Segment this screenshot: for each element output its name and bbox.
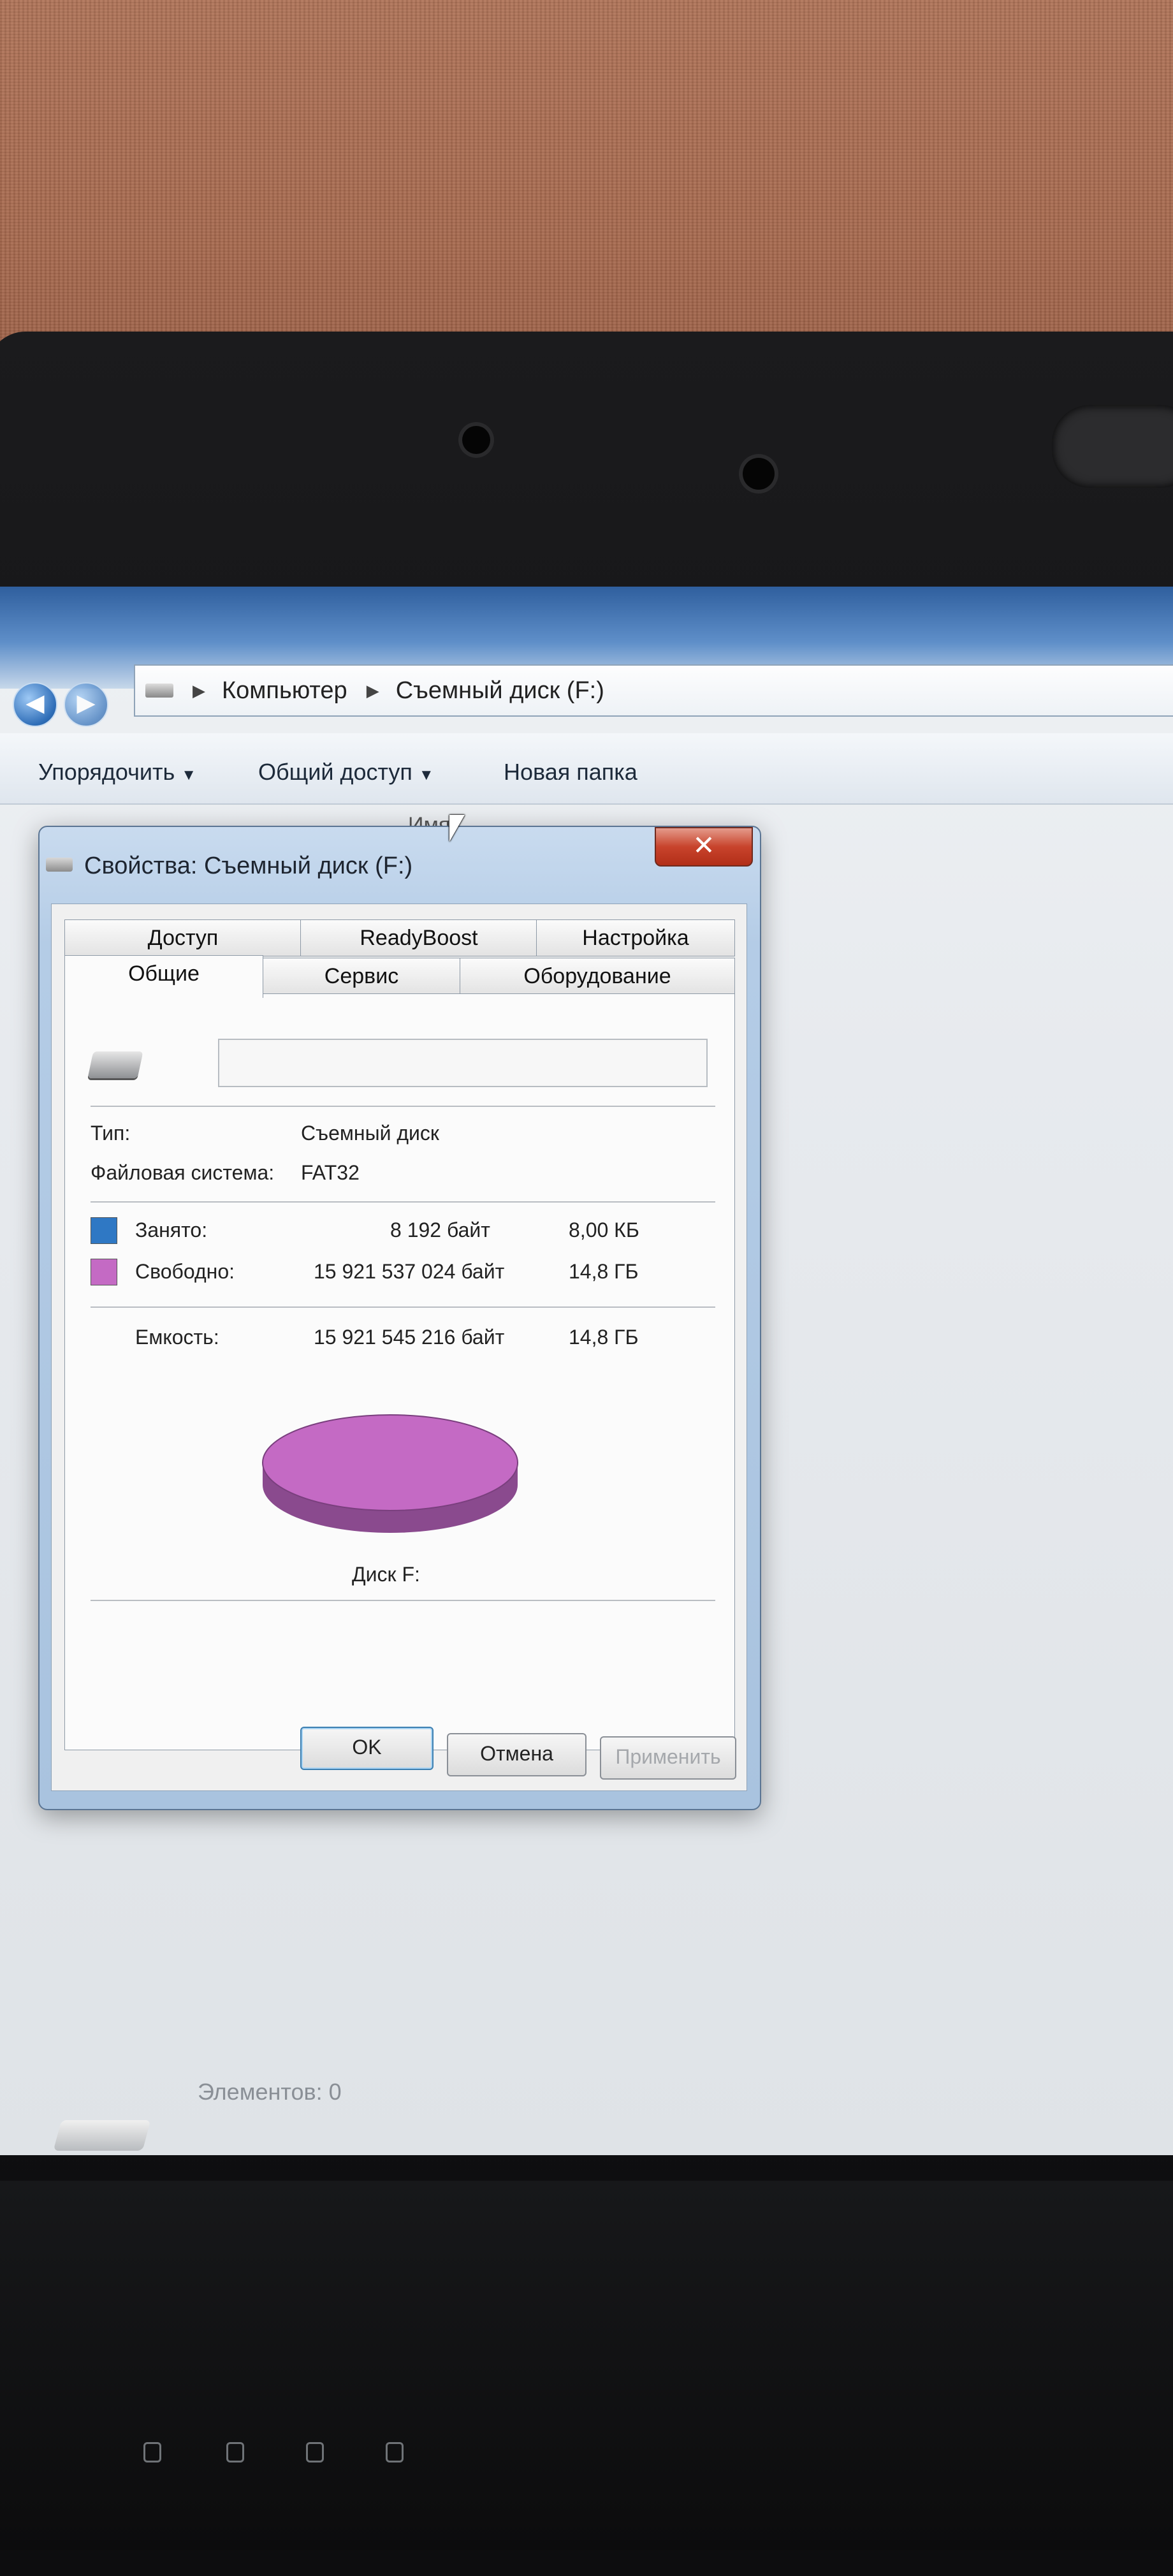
- type-label: Тип:: [91, 1122, 131, 1145]
- organize-label: Упорядочить: [38, 759, 175, 785]
- screen: ◀ ▶ ▶ Компьютер ▶ Съемный диск (F:) Упор…: [0, 587, 1173, 2155]
- organize-button[interactable]: Упорядочить ▼: [38, 759, 196, 786]
- tab-access[interactable]: Доступ: [64, 919, 302, 956]
- chevron-down-icon: ▼: [181, 766, 196, 784]
- filesystem-label: Файловая система:: [91, 1161, 275, 1184]
- back-button[interactable]: ◀: [13, 682, 57, 727]
- share-label: Общий доступ: [258, 759, 412, 785]
- laptop-base: [0, 2181, 1173, 2550]
- forward-button[interactable]: ▶: [64, 682, 108, 727]
- tab-readyboost[interactable]: ReadyBoost: [300, 919, 537, 956]
- ok-button[interactable]: OK: [300, 1727, 433, 1770]
- filesystem-value: FAT32: [301, 1161, 360, 1184]
- chevron-right-icon[interactable]: ▶: [367, 681, 379, 701]
- chevron-right-icon[interactable]: ▶: [193, 681, 205, 701]
- apply-button[interactable]: Применить: [600, 1736, 736, 1780]
- bezel-sensor-left: [462, 426, 490, 454]
- indicator-light-icon: [226, 2442, 244, 2463]
- webcam-icon: [1052, 405, 1173, 488]
- disk-caption: Диск F:: [352, 1563, 420, 1586]
- used-label: Занято:: [135, 1218, 208, 1241]
- share-button[interactable]: Общий доступ ▼: [258, 759, 434, 786]
- divider: [91, 1600, 715, 1601]
- breadcrumb-computer[interactable]: Компьютер: [222, 677, 347, 705]
- used-bytes: 8 192 байт: [390, 1218, 490, 1241]
- used-color-swatch: [91, 1217, 117, 1244]
- new-folder-label: Новая папка: [504, 759, 638, 785]
- indicator-light-icon: [386, 2442, 404, 2463]
- chevron-down-icon: ▼: [418, 766, 434, 784]
- breadcrumb-drive[interactable]: Съемный диск (F:): [396, 677, 604, 705]
- tab-settings[interactable]: Настройка: [536, 919, 735, 956]
- free-color-swatch: [91, 1259, 117, 1285]
- capacity-label: Емкость:: [135, 1326, 219, 1349]
- general-panel: Тип: Съемный диск Файловая система: FAT3…: [64, 993, 735, 1750]
- type-value: Съемный диск: [301, 1122, 439, 1145]
- capacity-size: 14,8 ГБ: [569, 1326, 639, 1349]
- used-size: 8,00 КБ: [569, 1218, 639, 1241]
- bezel-sensor-right: [743, 458, 775, 490]
- volume-label-input[interactable]: [218, 1039, 708, 1087]
- tab-hardware[interactable]: Оборудование: [460, 958, 735, 995]
- drive-icon-small: [145, 684, 173, 698]
- close-button[interactable]: ✕: [655, 827, 753, 867]
- dialog-body: Доступ ReadyBoost Настройка Общие Сервис…: [51, 904, 747, 1791]
- tab-service[interactable]: Сервис: [262, 958, 461, 995]
- indicator-light-icon: [143, 2442, 161, 2463]
- drive-icon: [53, 2120, 151, 2151]
- address-bar[interactable]: ▶ Компьютер ▶ Съемный диск (F:): [134, 664, 1173, 717]
- capacity-bytes: 15 921 545 216 байт: [314, 1326, 505, 1349]
- status-item-count: Элементов: 0: [198, 2079, 342, 2105]
- pie-free-slice: [262, 1414, 518, 1511]
- drive-icon: [46, 858, 73, 872]
- divider: [91, 1106, 715, 1107]
- free-size: 14,8 ГБ: [569, 1260, 639, 1283]
- cancel-button[interactable]: Отмена: [447, 1733, 586, 1776]
- divider: [91, 1201, 715, 1203]
- properties-dialog: Свойства: Съемный диск (F:) ✕ Доступ Rea…: [38, 826, 761, 1810]
- tab-general[interactable]: Общие: [64, 955, 263, 998]
- new-folder-button[interactable]: Новая папка: [504, 759, 638, 786]
- indicator-light-icon: [306, 2442, 324, 2463]
- free-label: Свободно:: [135, 1260, 235, 1283]
- command-bar: Упорядочить ▼ Общий доступ ▼ Новая папка: [0, 733, 1173, 805]
- usb-drive-icon: [87, 1051, 143, 1078]
- divider: [91, 1306, 715, 1308]
- free-bytes: 15 921 537 024 байт: [314, 1260, 505, 1283]
- dialog-title: Свойства: Съемный диск (F:): [84, 853, 413, 879]
- mouse-cursor-icon: [449, 815, 465, 842]
- disk-usage-pie: [262, 1414, 518, 1533]
